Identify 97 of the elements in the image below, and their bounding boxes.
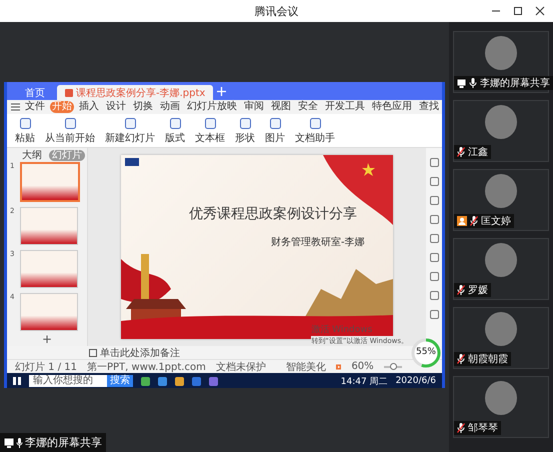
tool-icon xyxy=(168,116,182,130)
menu-tab[interactable]: 设计 xyxy=(104,101,128,113)
muted-mic-icon[interactable] xyxy=(457,147,465,157)
slide-title: 优秀课程思政案例设计分享 xyxy=(189,205,357,223)
activation-title: 激活 Windows xyxy=(311,324,374,336)
menu-icon[interactable] xyxy=(11,103,20,111)
participant-name: 李娜的屏幕共享 xyxy=(480,76,550,90)
screen-share-icon xyxy=(457,78,466,88)
muted-mic-icon[interactable] xyxy=(470,216,478,226)
window-title: 腾讯会议 xyxy=(254,4,298,18)
toolbar-icon[interactable] xyxy=(430,177,438,186)
participant-name: 匡文婷 xyxy=(481,214,511,228)
menu-tab[interactable]: 特色应用 xyxy=(370,101,414,113)
menu-tab[interactable]: 文件 xyxy=(23,101,47,113)
toolbar-icon[interactable] xyxy=(430,253,438,262)
mic-icon xyxy=(16,438,23,448)
screen-share-icon xyxy=(4,438,14,448)
participant-tile[interactable]: 匡文婷 xyxy=(453,169,549,231)
menu-tab[interactable]: 插入 xyxy=(77,101,101,113)
tool-icon xyxy=(268,116,282,130)
toolbar-icon[interactable] xyxy=(430,234,438,243)
share-label: 李娜的屏幕共享 xyxy=(0,433,106,452)
add-slide-button[interactable]: + xyxy=(7,332,87,346)
mic-icon[interactable] xyxy=(469,78,477,88)
muted-mic-icon[interactable] xyxy=(457,285,465,295)
avatar-photo-placeholder xyxy=(485,36,517,70)
play-icon[interactable] xyxy=(336,362,342,372)
toolbar-icon[interactable] xyxy=(430,196,438,205)
ribbon-button[interactable]: 文档助手 xyxy=(295,116,335,144)
tool-icon xyxy=(64,116,76,130)
menu-tab[interactable]: 安全 xyxy=(296,101,320,113)
slides-file-icon xyxy=(65,88,73,96)
muted-mic-icon[interactable] xyxy=(457,354,465,364)
menu-tab[interactable]: 幻灯片放映 xyxy=(185,101,239,113)
plus-icon[interactable] xyxy=(217,86,226,96)
note-icon xyxy=(89,348,97,356)
slide-thumbnail[interactable] xyxy=(20,162,80,202)
pane-tab[interactable]: 大纲 xyxy=(19,150,45,160)
toolbar-icon[interactable] xyxy=(430,272,438,281)
maximize-icon[interactable] xyxy=(513,6,523,16)
menu-tab[interactable]: 视图 xyxy=(269,101,293,113)
protection-status[interactable]: 文档未保护 xyxy=(216,360,266,374)
tool-icon xyxy=(124,116,136,130)
zoom-value[interactable]: 60% xyxy=(351,361,374,372)
avatar-photo-placeholder xyxy=(485,381,517,415)
tool-icon xyxy=(204,116,216,130)
slide-count: 幻灯片 1 / 11 xyxy=(15,360,77,374)
menu-tab[interactable]: 切换 xyxy=(131,101,155,113)
avatar-photo-placeholder xyxy=(485,174,517,208)
close-icon[interactable] xyxy=(535,6,545,16)
menu-tab[interactable]: 审阅 xyxy=(242,101,266,113)
toolbar-icon[interactable] xyxy=(430,158,438,167)
avatar-photo-placeholder xyxy=(485,105,517,139)
slide-thumbnail[interactable] xyxy=(20,207,78,245)
document-tab[interactable]: 首页 xyxy=(17,85,53,100)
taskbar-date: 2020/6/6 xyxy=(396,376,436,386)
beautify-button[interactable]: 智能美化 xyxy=(286,360,326,374)
search-button[interactable]: 搜索 xyxy=(107,375,133,387)
participant-name: 邹琴琴 xyxy=(468,422,498,435)
host-icon xyxy=(457,216,467,226)
menu-tab[interactable]: 动画 xyxy=(158,101,182,113)
menu-tab[interactable]: 查找 xyxy=(417,101,441,113)
ribbon-button[interactable]: 形状 xyxy=(235,116,255,144)
participant-name: 罗媛 xyxy=(468,284,488,297)
taskbar-search-field[interactable]: 输入你想搜的 xyxy=(29,375,107,387)
avatar-photo-placeholder xyxy=(485,243,517,277)
start-icon[interactable] xyxy=(13,377,21,385)
ribbon-button[interactable]: 从当前开始 xyxy=(45,116,95,144)
toolbar-icon[interactable] xyxy=(430,291,438,300)
theme-name: 第一PPT, www.1ppt.com xyxy=(87,360,206,374)
participant-tile[interactable]: 朝霞朝霞 xyxy=(453,307,549,369)
slide-thumbnail[interactable] xyxy=(20,250,78,288)
tool-icon xyxy=(238,116,252,130)
participant-name: 江鑫 xyxy=(468,146,488,159)
ribbon-button[interactable]: 图片 xyxy=(265,116,285,144)
participant-tile[interactable]: 罗媛 xyxy=(453,238,549,300)
menu-tab[interactable]: 开发工具 xyxy=(323,101,367,113)
participant-tile[interactable]: 江鑫 xyxy=(453,100,549,162)
toolbar-icon[interactable] xyxy=(430,215,438,224)
tool-icon xyxy=(18,116,32,130)
toolbar-icon[interactable] xyxy=(430,310,438,319)
muted-mic-icon[interactable] xyxy=(457,423,465,433)
zoom-slider-thumb[interactable] xyxy=(390,362,397,370)
participant-tile[interactable]: 邹琴琴 xyxy=(453,376,549,438)
ribbon-button[interactable]: 粘贴 xyxy=(15,116,35,144)
tool-icon xyxy=(308,116,322,130)
usage-reading: 55% xyxy=(414,347,437,357)
logo-icon xyxy=(125,158,139,166)
ribbon-button[interactable]: 版式 xyxy=(165,116,185,144)
taskbar-time: 14:47 周二 xyxy=(340,376,388,388)
participant-name: 朝霞朝霞 xyxy=(468,352,508,366)
slide-thumbnail[interactable] xyxy=(20,293,78,331)
ribbon-button[interactable]: 文本框 xyxy=(195,116,225,144)
avatar-photo-placeholder xyxy=(485,312,517,346)
notes-placeholder[interactable]: 单击此处添加备注 xyxy=(100,346,180,360)
ribbon-button[interactable]: 新建幻灯片 xyxy=(105,116,155,144)
slide-subtitle: 财务管理教研室-李娜 xyxy=(271,236,365,249)
